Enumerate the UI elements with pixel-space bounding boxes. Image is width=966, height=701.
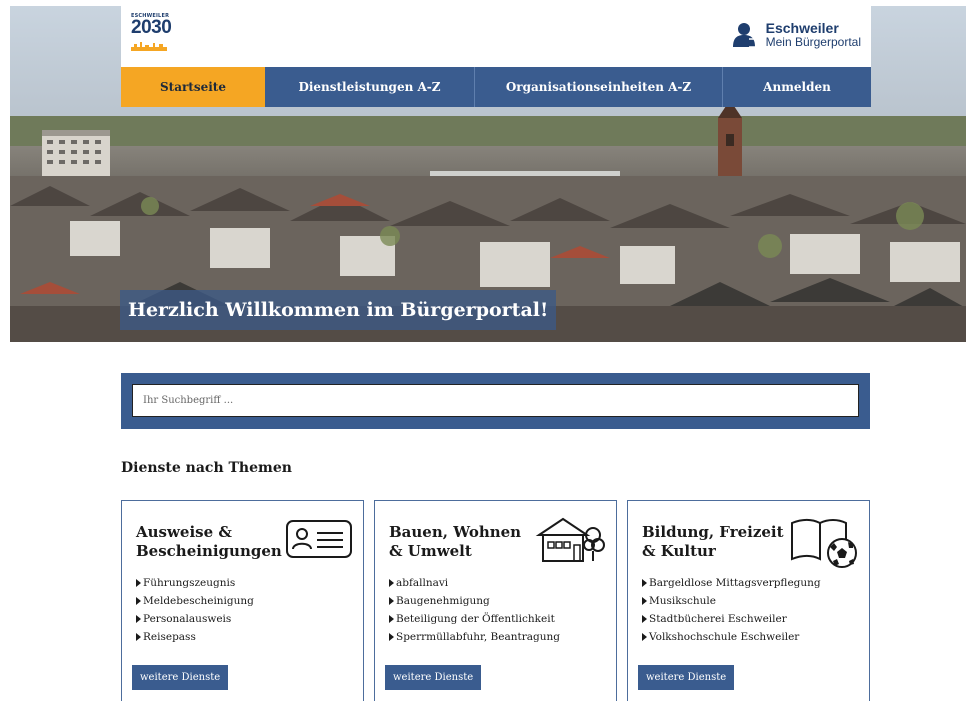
header-bar: ESCHWEILER 2030 Eschweiler Mein Bürgerpo… (121, 6, 871, 67)
topic-card-bildung: Bildung, Freizeit & Kultur Bargeldlose M… (627, 500, 870, 701)
arrow-right-icon (389, 633, 394, 641)
more-services-button[interactable]: weitere Dienste (385, 665, 482, 690)
portal-account-link[interactable]: Eschweiler Mein Bürgerportal (732, 17, 861, 53)
card-link[interactable]: Sperrmüllabfuhr, Beantragung (389, 628, 560, 646)
card-link[interactable]: Reisepass (136, 628, 254, 646)
skyline-icon (131, 42, 167, 51)
arrow-right-icon (136, 579, 141, 587)
search-input[interactable] (132, 384, 859, 417)
card-link[interactable]: Bargeldlose Mittagsverpflegung (642, 574, 821, 592)
card-link-list: abfallnavi Baugenehmigung Beteiligung de… (389, 574, 560, 646)
arrow-right-icon (136, 615, 141, 623)
arrow-right-icon (136, 597, 141, 605)
card-title: Bildung, Freizeit & Kultur (642, 523, 784, 560)
card-link[interactable]: Personalausweis (136, 610, 254, 628)
card-link[interactable]: Volkshochschule Eschweiler (642, 628, 821, 646)
card-title: Bauen, Wohnen & Umwelt (389, 523, 522, 560)
arrow-right-icon (389, 579, 394, 587)
arrow-right-icon (389, 615, 394, 623)
nav-startseite[interactable]: Startseite (121, 67, 265, 107)
house-tree-icon (535, 517, 605, 562)
card-link-list: Bargeldlose Mittagsverpflegung Musikschu… (642, 574, 821, 646)
arrow-right-icon (642, 633, 647, 641)
eschweiler-2030-logo[interactable]: ESCHWEILER 2030 (131, 13, 175, 57)
more-services-button[interactable]: weitere Dienste (132, 665, 229, 690)
card-link[interactable]: Baugenehmigung (389, 592, 560, 610)
card-link[interactable]: Stadtbücherei Eschweiler (642, 610, 821, 628)
nav-dienstleistungen[interactable]: Dienstleistungen A-Z (265, 67, 475, 107)
nav-organisationseinheiten[interactable]: Organisationseinheiten A-Z (475, 67, 723, 107)
card-link[interactable]: Musikschule (642, 592, 821, 610)
arrow-right-icon (642, 615, 647, 623)
topic-card-bauen: Bauen, Wohnen & Umwelt abfallnavi Baugen… (374, 500, 617, 701)
card-link[interactable]: Führungszeugnis (136, 574, 254, 592)
card-link[interactable]: Beteiligung der Öffentlichkeit (389, 610, 560, 628)
more-services-button[interactable]: weitere Dienste (638, 665, 735, 690)
logo-year: 2030 (131, 17, 172, 38)
id-card-icon (286, 520, 352, 558)
section-title: Dienste nach Themen (121, 460, 292, 476)
card-title: Ausweise & Bescheinigungen (136, 523, 282, 560)
arrow-right-icon (136, 633, 141, 641)
arrow-right-icon (642, 579, 647, 587)
card-link[interactable]: Meldebescheinigung (136, 592, 254, 610)
topic-card-ausweise: Ausweise & Bescheinigungen Führungszeugn… (121, 500, 364, 701)
portal-city: Eschweiler (765, 20, 839, 36)
search-bar (121, 373, 870, 429)
portal-subtitle: Mein Bürgerportal (765, 35, 861, 49)
arrow-right-icon (642, 597, 647, 605)
card-link[interactable]: abfallnavi (389, 574, 560, 592)
book-football-icon (791, 519, 857, 568)
card-link-list: Führungszeugnis Meldebescheinigung Perso… (136, 574, 254, 646)
welcome-banner: Herzlich Willkommen im Bürgerportal! (120, 290, 557, 330)
nav-anmelden[interactable]: Anmelden (723, 67, 871, 107)
user-icon (732, 23, 758, 48)
arrow-right-icon (389, 597, 394, 605)
main-navigation: Startseite Dienstleistungen A-Z Organisa… (121, 67, 871, 107)
